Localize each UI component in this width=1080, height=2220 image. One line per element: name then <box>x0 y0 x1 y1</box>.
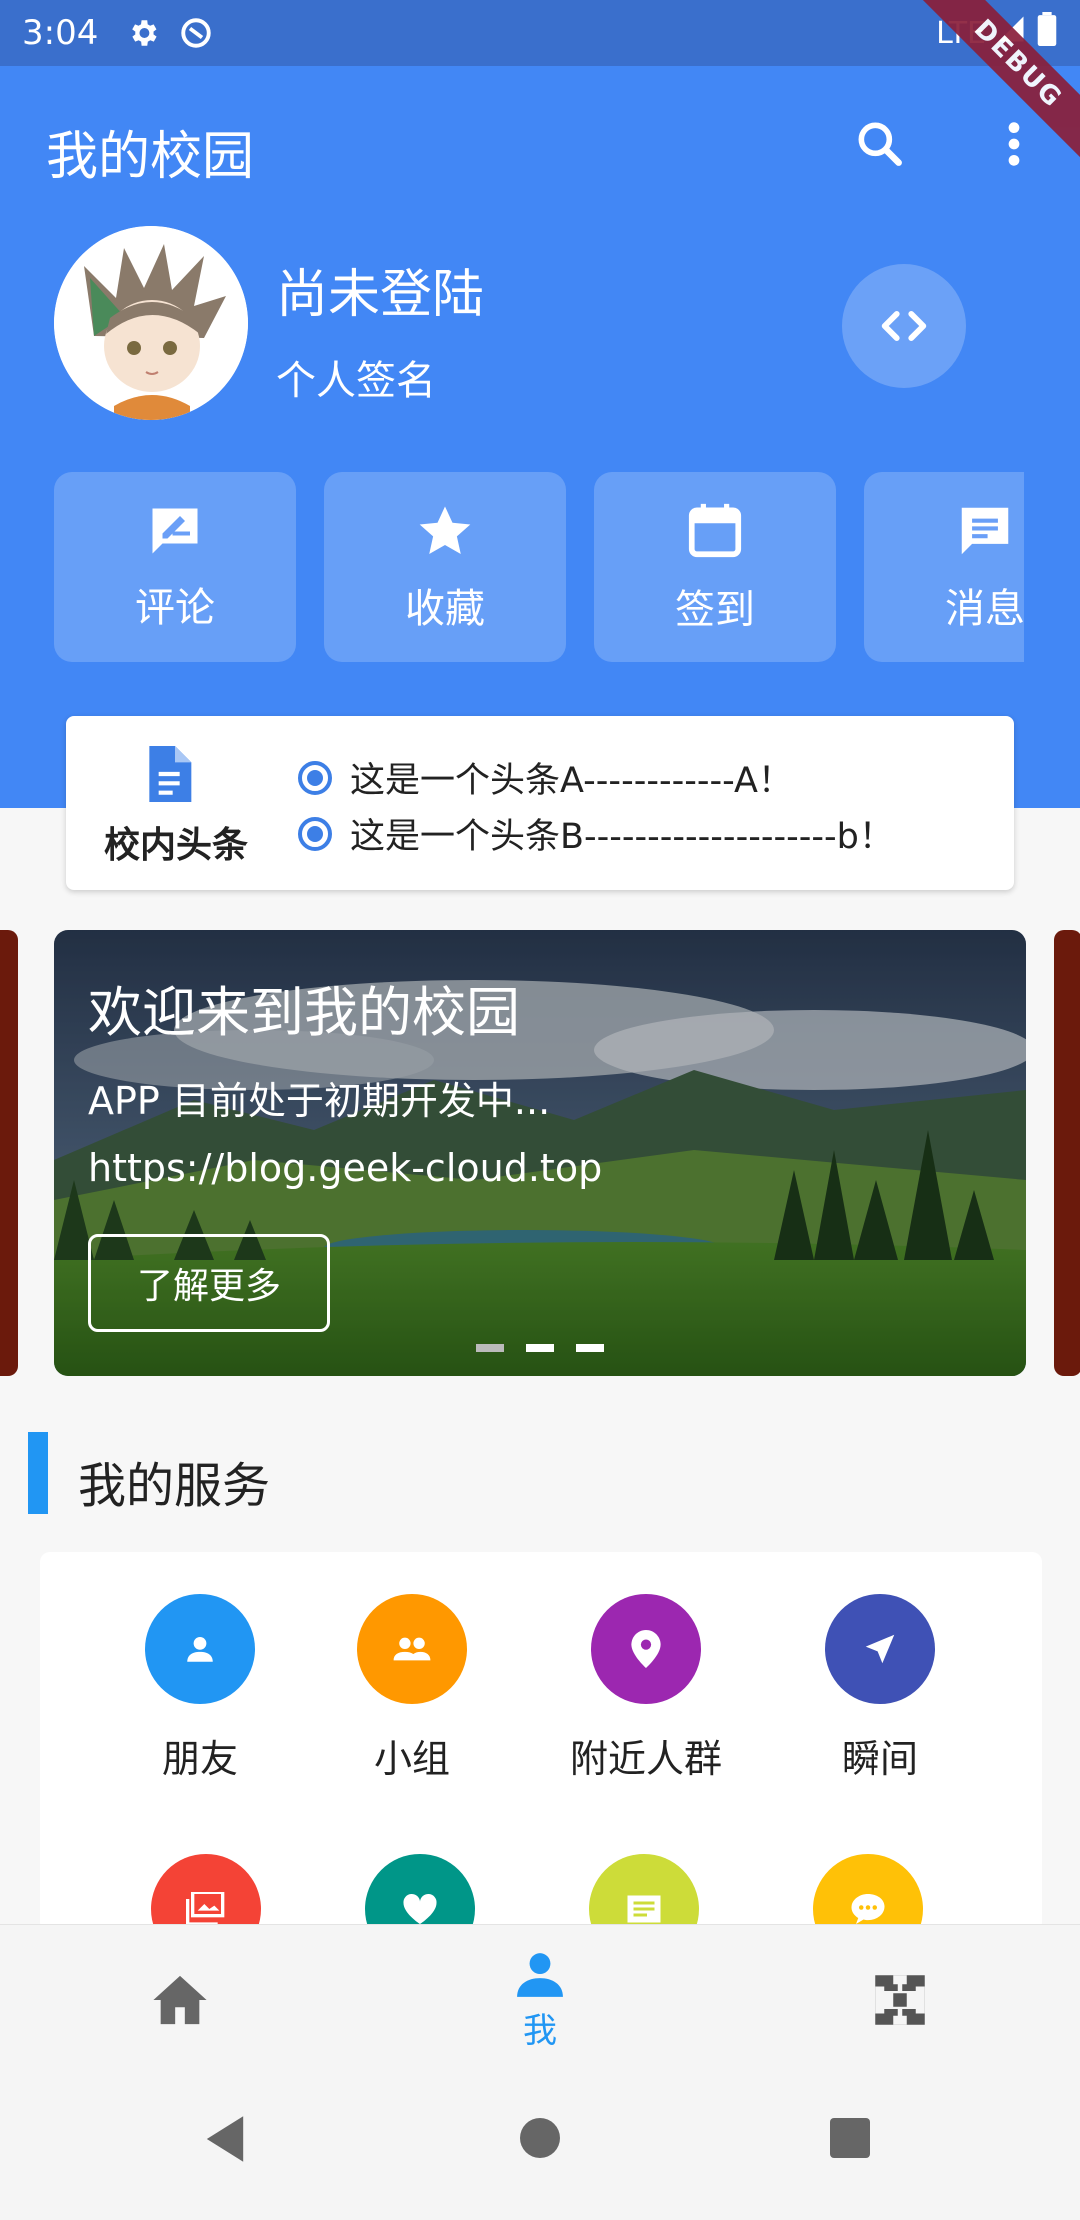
more-vert-icon[interactable] <box>1000 116 1028 176</box>
search-icon[interactable] <box>852 116 908 176</box>
quick-action-label: 评论 <box>135 585 215 631</box>
service-articles[interactable] <box>534 1854 754 1932</box>
bottom-navigation: 我 <box>0 1924 1080 2074</box>
recents-icon[interactable] <box>828 2114 872 2166</box>
data-saver-icon <box>178 15 214 51</box>
headline-text: 这是一个头条A------------A！ <box>350 761 793 801</box>
settings-icon <box>126 16 160 50</box>
document-icon <box>144 746 192 806</box>
home-icon <box>153 1975 207 2025</box>
quick-action-message[interactable]: 消息 <box>864 472 1024 662</box>
service-nearby[interactable]: 附近人群 <box>536 1594 756 1783</box>
banner-subtitle: APP 目前处于初期开发中... <box>88 1079 551 1123</box>
service-groups[interactable]: 小组 <box>302 1594 522 1783</box>
carousel-prev-slide[interactable] <box>0 930 18 1376</box>
quick-action-checkin[interactable]: 签到 <box>594 472 836 662</box>
radio-icon <box>298 760 332 795</box>
rate-review-icon <box>152 508 198 554</box>
headline-item[interactable]: 这是一个头条B--------------------b！ <box>298 808 894 859</box>
service-friends[interactable]: 朋友 <box>90 1594 310 1783</box>
system-navigation <box>0 2074 1080 2220</box>
message-icon <box>961 507 1009 555</box>
heart-icon <box>365 1854 475 1932</box>
username[interactable]: 尚未登陆 <box>276 252 484 327</box>
service-photos[interactable] <box>96 1854 316 1932</box>
avatar[interactable] <box>54 226 248 420</box>
code-button[interactable] <box>842 264 966 388</box>
status-bar: 3:04 LTE <box>0 0 1080 66</box>
carousel-next-slide[interactable] <box>1054 930 1080 1376</box>
quick-actions: 评论 收藏 签到 消息 <box>54 472 1024 662</box>
signature: 个人签名 <box>276 358 436 404</box>
banner-url[interactable]: https://blog.geek-cloud.top <box>88 1146 602 1190</box>
nav-label: 我 <box>523 2010 557 2051</box>
quick-action-label: 收藏 <box>405 586 485 632</box>
service-chat[interactable] <box>758 1854 978 1932</box>
banner-title: 欢迎来到我的校园 <box>88 981 520 1044</box>
quick-action-label: 消息 <box>945 586 1024 632</box>
section-title: 我的服务 <box>78 1458 271 1514</box>
headline-item[interactable]: 这是一个头条A------------A！ <box>298 752 793 803</box>
nav-me[interactable]: 我 <box>440 1925 640 2075</box>
quick-action-comment[interactable]: 评论 <box>54 472 296 662</box>
quick-action-favorite[interactable]: 收藏 <box>324 472 566 662</box>
page-title: 我的校园 <box>46 127 255 187</box>
headline-label: 校内头条 <box>103 825 248 866</box>
headline-card[interactable]: 校内头条 这是一个头条A------------A！ 这是一个头条B------… <box>66 716 1014 890</box>
service-moments[interactable]: 瞬间 <box>770 1594 990 1783</box>
star-icon <box>419 506 471 554</box>
headline-text: 这是一个头条B--------------------b！ <box>350 817 894 857</box>
person-icon <box>145 1594 255 1704</box>
quick-action-label: 签到 <box>675 587 755 633</box>
person-icon <box>517 1952 563 1997</box>
learn-more-button[interactable]: 了解更多 <box>88 1234 330 1332</box>
service-label: 朋友 <box>161 1737 238 1781</box>
location-icon <box>591 1594 701 1704</box>
section-accent-bar <box>28 1432 48 1514</box>
carousel-dot[interactable] <box>526 1344 554 1352</box>
battery-icon <box>1036 12 1058 54</box>
code-icon <box>881 311 927 341</box>
service-favorites[interactable] <box>310 1854 530 1932</box>
nav-home[interactable] <box>80 1925 280 2075</box>
apps-icon <box>875 1975 925 2025</box>
profile-header: 我的校园 尚未登陆 个人签名 评论 收藏 签到 消息 <box>0 66 1080 808</box>
article-icon <box>589 1854 699 1932</box>
carousel-dot[interactable] <box>576 1344 604 1352</box>
service-label: 小组 <box>373 1737 450 1781</box>
chat-icon <box>813 1854 923 1932</box>
nav-apps[interactable] <box>800 1925 1000 2075</box>
photo-icon <box>151 1854 261 1932</box>
home-circle-icon[interactable] <box>518 2114 562 2166</box>
carousel-banner[interactable]: 欢迎来到我的校园 APP 目前处于初期开发中... https://blog.g… <box>54 930 1026 1376</box>
back-icon[interactable] <box>202 2114 248 2168</box>
group-icon <box>357 1594 467 1704</box>
service-label: 瞬间 <box>841 1737 918 1781</box>
navigation-icon <box>825 1594 935 1704</box>
carousel-dot[interactable] <box>476 1344 504 1352</box>
calendar-icon <box>688 503 742 558</box>
services-grid: 朋友 小组 附近人群 瞬间 <box>40 1552 1042 1932</box>
status-time: 3:04 <box>22 13 99 53</box>
service-label: 附近人群 <box>569 1737 722 1781</box>
carousel-indicator <box>476 1344 604 1352</box>
radio-icon <box>298 816 332 851</box>
